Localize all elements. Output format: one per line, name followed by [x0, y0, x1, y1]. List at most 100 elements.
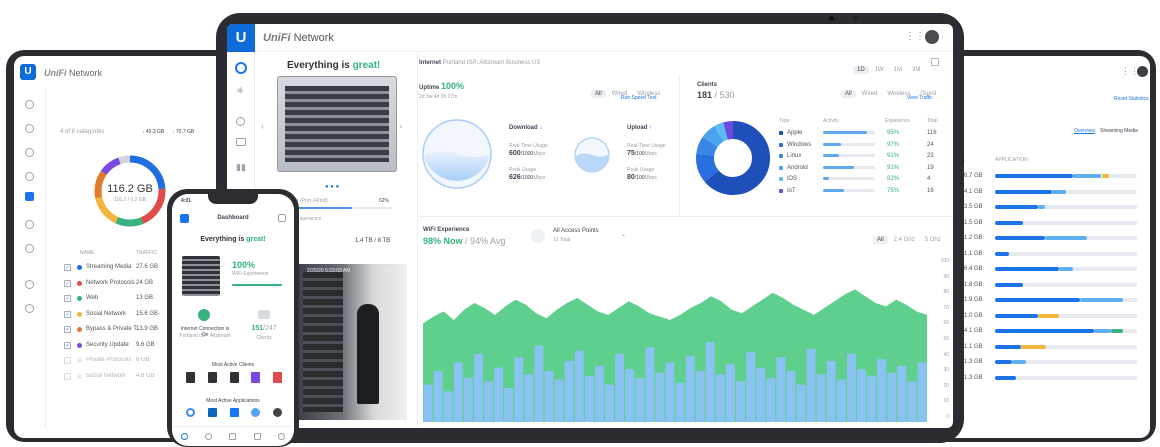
donut-sub: 116.2 / 0.2 GB: [114, 197, 146, 203]
category-name: Bypass & Private T...: [86, 326, 142, 332]
usage-bar: [574, 350, 584, 422]
linkedin-icon[interactable]: [207, 408, 217, 417]
facebook-icon[interactable]: [229, 408, 239, 417]
insights-icon[interactable]: [25, 220, 34, 229]
phone-tab-dashboard-icon[interactable]: [180, 433, 188, 440]
row-checkbox[interactable]: ✓: [64, 341, 71, 349]
client-activity-bar: [823, 131, 875, 134]
usage-bar: [433, 371, 443, 422]
client-filter-all[interactable]: All: [841, 90, 856, 98]
usage-bar: [685, 355, 695, 422]
range-tab-1w[interactable]: 1W: [871, 66, 888, 74]
carousel-prev[interactable]: ‹: [261, 121, 264, 131]
category-dot: [77, 373, 82, 379]
usage-bar: [463, 377, 473, 422]
phone-exp-value: 100%: [232, 260, 256, 270]
row-checkbox[interactable]: ✓: [64, 310, 71, 318]
user-avatar[interactable]: [1137, 66, 1148, 77]
usage-bar: [756, 367, 766, 422]
phone-notifications-icon[interactable]: [278, 214, 286, 222]
usage-bar: [836, 379, 846, 422]
wordpress-icon[interactable]: [273, 408, 282, 417]
topology-icon-main[interactable]: ✳: [236, 86, 244, 97]
google-icon[interactable]: [186, 408, 195, 417]
clients-icon-main[interactable]: [236, 138, 246, 146]
dashboard-icon[interactable]: [25, 100, 34, 109]
phone-tab-devices-icon[interactable]: [205, 433, 213, 440]
uptime-label: Uptime: [419, 85, 440, 91]
brand-name-main: UniFi: [263, 32, 291, 44]
client-filter-wired[interactable]: Wired: [858, 90, 882, 98]
wifi-experience-chart: [423, 289, 927, 422]
category-name: Social Network: [86, 372, 127, 379]
client-total: 24: [927, 141, 934, 148]
range-tab-1m[interactable]: 1M: [890, 66, 906, 74]
ap-selector[interactable]: All Access Points 12 Total ⌄: [531, 228, 629, 246]
phone-tab-clients-icon[interactable]: [229, 433, 237, 440]
client-type-dot: [779, 154, 783, 158]
phone-client-icon[interactable]: [186, 372, 195, 383]
view-traffic-link[interactable]: View Traffic: [907, 95, 933, 101]
phone-client-icon[interactable]: [229, 372, 239, 383]
unifi-logo-main[interactable]: U: [227, 24, 255, 52]
camera-timestamp: 2/25/20 5:23:03 AM: [307, 268, 351, 274]
category-dot: [77, 265, 82, 270]
phone-client-icon[interactable]: [251, 372, 261, 383]
row-checkbox[interactable]: [64, 372, 71, 380]
dashboard-icon-main[interactable]: [235, 62, 247, 74]
col-traffic[interactable]: TRAFFIC: [136, 250, 157, 256]
phone-client-icon[interactable]: [207, 372, 217, 383]
col-experience: Experience: [885, 118, 911, 124]
browser-icon[interactable]: [251, 408, 261, 417]
topology-icon[interactable]: [25, 124, 34, 133]
band-filter-all[interactable]: All: [873, 236, 888, 244]
phone-exp-label: WiFi Experience: [232, 271, 269, 277]
app-traffic-bar: [995, 375, 1137, 380]
carousel-next[interactable]: ›: [399, 121, 402, 131]
download-gauge: [422, 119, 492, 189]
net-filter-all[interactable]: All: [591, 90, 606, 98]
user-avatar-main[interactable]: [925, 30, 939, 44]
statistics-icon-main[interactable]: ▮▮: [236, 162, 246, 173]
events-icon[interactable]: [25, 244, 34, 253]
row-checkbox[interactable]: ✓: [64, 295, 71, 302]
range-menu-icon[interactable]: [931, 58, 939, 66]
carousel-dots[interactable]: ● ● ●: [325, 184, 339, 190]
row-checkbox[interactable]: ✓: [64, 279, 71, 287]
y-tick-label: 20: [943, 382, 949, 389]
tab-overview[interactable]: Overview: [1074, 128, 1095, 134]
row-checkbox[interactable]: [64, 357, 71, 364]
settings-icon[interactable]: [25, 304, 34, 313]
phone-tab-stats-icon[interactable]: [253, 433, 261, 440]
clients-icon[interactable]: [25, 172, 34, 181]
range-tab-1d[interactable]: 1D: [853, 66, 869, 74]
brand-name: UniFi: [44, 68, 67, 78]
category-traffic: 6 GB: [136, 357, 150, 363]
ap-total: 12 Total: [553, 237, 571, 243]
reset-statistics-link[interactable]: Reset Statistics: [1114, 96, 1148, 102]
statistics-icon[interactable]: [25, 192, 34, 201]
usage-bar: [615, 354, 624, 422]
phone-device-image: [182, 256, 220, 296]
tab-streaming-media[interactable]: Streaming Media: [1100, 128, 1138, 134]
band-filter-5-ghz[interactable]: 5 Ghz: [921, 236, 945, 244]
clients-donut: [696, 121, 770, 195]
row-checkbox[interactable]: ✓: [64, 326, 71, 333]
col-name[interactable]: NAME: [80, 250, 94, 256]
row-checkbox[interactable]: ✓: [64, 264, 71, 271]
client-total: 23: [927, 153, 934, 159]
category-dot: [77, 311, 82, 317]
phone-client-icon[interactable]: [273, 372, 282, 383]
apps-grid-icon-main[interactable]: ⋮⋮: [905, 31, 925, 42]
range-tab-3m[interactable]: 3M: [908, 66, 924, 74]
band-filter-2-4-ghz[interactable]: 2.4 Ghz: [890, 236, 919, 244]
devices-icon-main[interactable]: [236, 117, 245, 126]
app-traffic-value: 3.5 GB: [964, 204, 983, 210]
download-peak-value: 626: [509, 174, 521, 181]
run-speed-test-link[interactable]: Run Speed Test: [621, 95, 657, 101]
alerts-icon[interactable]: [25, 280, 34, 289]
devices-icon[interactable]: [25, 148, 34, 157]
upload-total: 70.7 GB: [175, 129, 195, 135]
phone-tab-settings-icon[interactable]: [278, 433, 286, 440]
donut-total: 116.2 GB: [107, 183, 153, 195]
